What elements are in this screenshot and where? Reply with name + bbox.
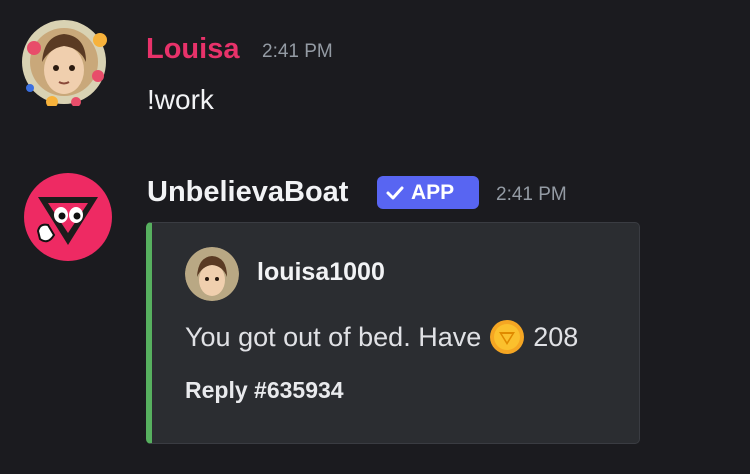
- timestamp: 2:41 PM: [496, 184, 567, 205]
- app-badge: APP: [377, 176, 479, 209]
- checkmark-icon: [386, 186, 404, 199]
- message-text: !work: [147, 84, 214, 115]
- bot-avatar-icon: [24, 173, 112, 261]
- author-name[interactable]: Louisa: [146, 33, 239, 66]
- unbelievaboat-avatar[interactable]: [24, 173, 112, 261]
- avatar-image-icon: [185, 247, 239, 301]
- louisa-avatar[interactable]: [20, 18, 108, 108]
- author-name[interactable]: UnbelievaBoat: [147, 176, 348, 209]
- embed-description: You got out of bed. Have 208: [185, 319, 578, 355]
- coin-amount: 208: [533, 321, 579, 352]
- coin-icon: [490, 320, 525, 354]
- embed-author-avatar[interactable]: [185, 247, 239, 301]
- embed-description-text: You got out of bed. Have: [185, 321, 482, 352]
- embed: louisa1000 You got out of bed. Have 208 …: [146, 222, 640, 444]
- timestamp: 2:41 PM: [262, 41, 333, 62]
- embed-author-name[interactable]: louisa1000: [257, 258, 385, 287]
- app-badge-label: APP: [411, 180, 455, 204]
- embed-footer: Reply #635934: [185, 377, 344, 403]
- avatar-image-icon: [22, 20, 107, 108]
